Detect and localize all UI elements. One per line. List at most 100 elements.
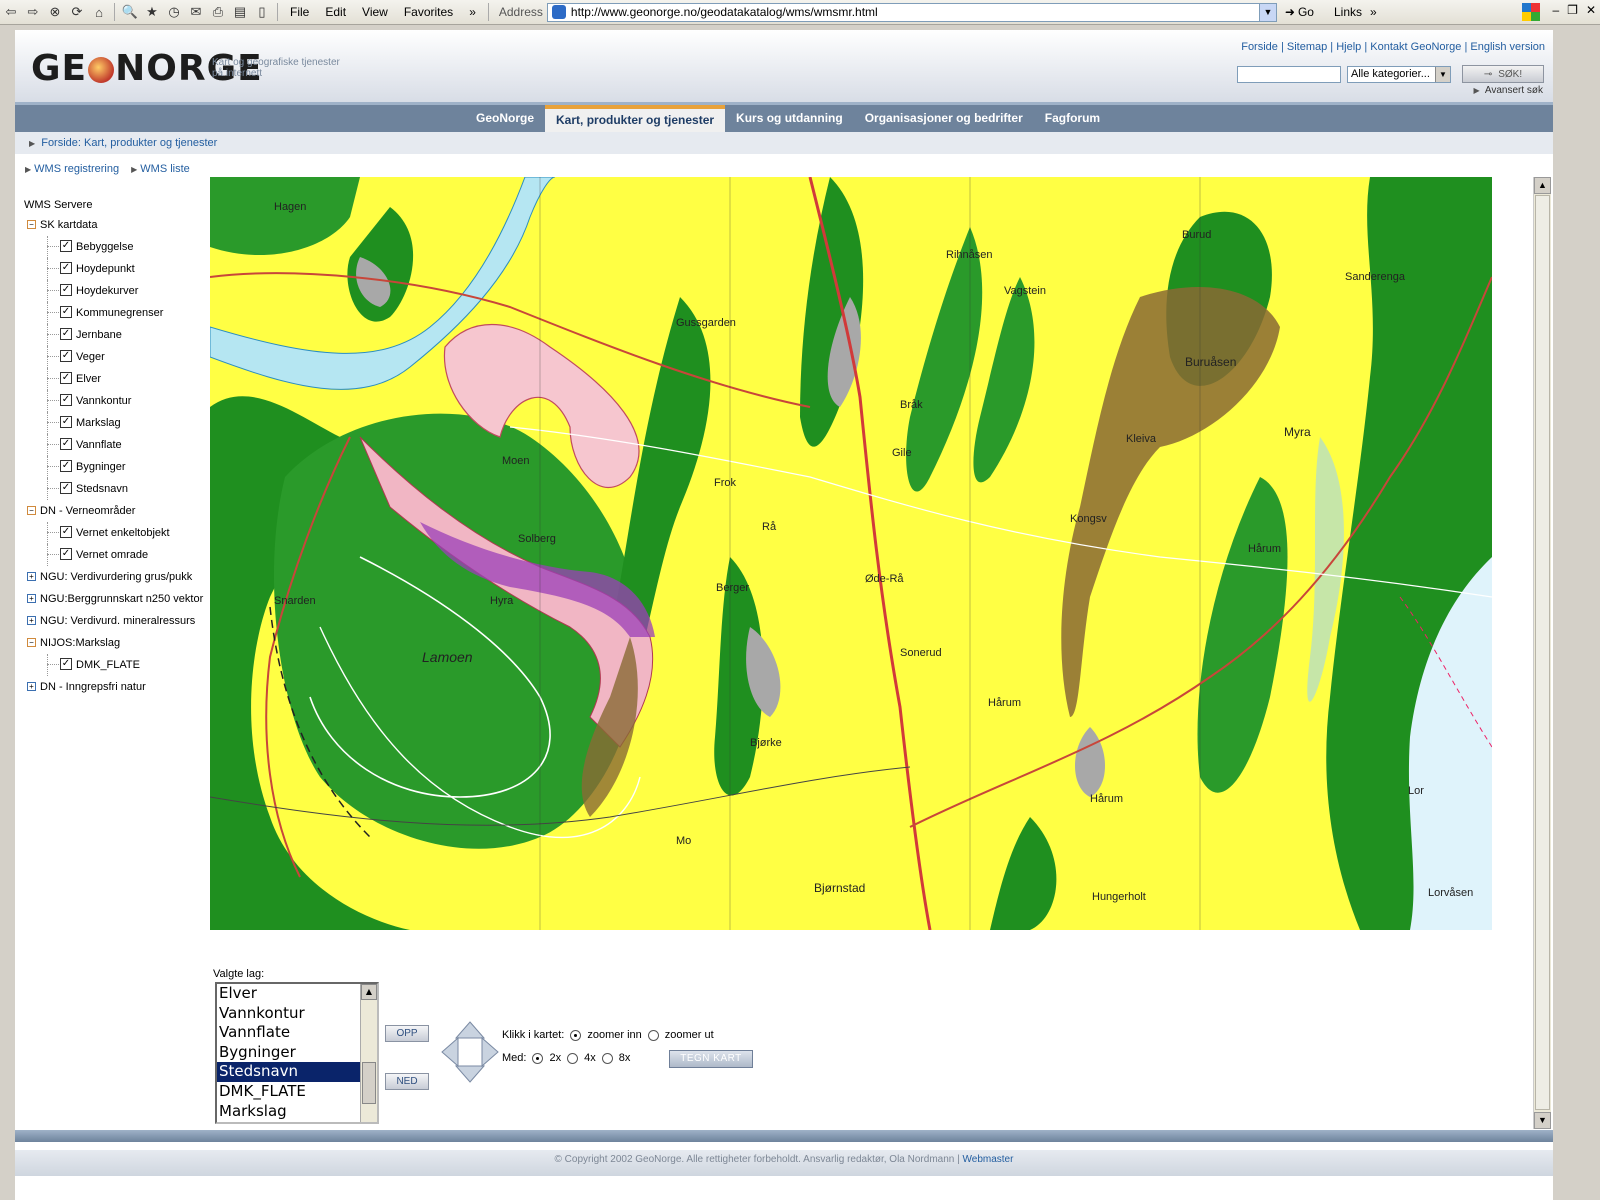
address-dropdown-icon[interactable]: ▼ — [1258, 3, 1276, 21]
nav-item[interactable]: Kart, produkter og tjenester — [545, 105, 726, 132]
link-wms-registrering[interactable]: ▶ WMS registrering — [25, 163, 119, 175]
factor-4x-radio[interactable] — [567, 1052, 579, 1064]
tree-root[interactable]: WMS Servere — [24, 196, 214, 214]
pan-east-icon[interactable] — [481, 1036, 499, 1068]
layer-option[interactable]: Elver — [217, 984, 377, 1004]
layer-checkbox[interactable]: ✓ — [60, 328, 72, 340]
layer-checkbox[interactable]: ✓ — [60, 526, 72, 538]
breadcrumb[interactable]: ▶ Forside: Kart, produkter og tjenester — [15, 132, 1553, 154]
nav-item[interactable]: Fagforum — [1034, 105, 1111, 132]
expand-icon[interactable]: + — [27, 572, 36, 581]
layer-option[interactable]: Bygninger — [217, 1043, 377, 1063]
minimize-icon[interactable]: – — [1552, 3, 1559, 17]
expand-icon[interactable]: + — [27, 594, 36, 603]
nav-item[interactable]: Organisasjoner og bedrifter — [854, 105, 1034, 132]
nav-item[interactable]: GeoNorge — [465, 105, 545, 132]
menu-file[interactable]: File — [282, 5, 317, 19]
selected-layers-list[interactable]: ▲ Elver Vannkontur Vannflate Bygninger Steds… — [215, 982, 379, 1124]
link-forside[interactable]: Forside — [1241, 41, 1278, 53]
factor-8x-radio[interactable] — [601, 1052, 613, 1064]
go-button[interactable]: ➜ Go — [1285, 5, 1314, 19]
menu-view[interactable]: View — [354, 5, 396, 19]
search-input[interactable] — [1237, 66, 1341, 83]
history-icon[interactable]: ◷ — [163, 1, 185, 23]
print-icon[interactable]: ⎙ — [207, 1, 229, 23]
search-icon[interactable]: 🔍 — [119, 1, 141, 23]
scroll-thumb[interactable] — [1535, 195, 1550, 1110]
zoom-out-radio[interactable] — [647, 1029, 659, 1041]
layer-checkbox[interactable]: ✓ — [60, 482, 72, 494]
scroll-down-icon[interactable]: ▼ — [1534, 1112, 1551, 1129]
map-canvas[interactable] — [210, 177, 1492, 930]
link-english[interactable]: English version — [1470, 41, 1545, 53]
layer-option[interactable]: Vannkontur — [217, 1004, 377, 1024]
stop-icon[interactable]: ⊗ — [44, 1, 66, 23]
layer-checkbox[interactable]: ✓ — [60, 240, 72, 252]
back-icon[interactable]: ⇦ — [0, 1, 22, 23]
webmaster-link[interactable]: Webmaster — [963, 1154, 1014, 1165]
layer-checkbox[interactable]: ✓ — [60, 460, 72, 472]
move-down-button[interactable]: NED — [385, 1073, 429, 1090]
layer-option[interactable]: Stedsnavn — [217, 1062, 377, 1082]
expand-icon[interactable]: + — [27, 616, 36, 625]
link-sitemap[interactable]: Sitemap — [1287, 41, 1327, 53]
link-wms-liste[interactable]: ▶ WMS liste — [131, 163, 190, 175]
layer-checkbox[interactable]: ✓ — [60, 306, 72, 318]
tree-group[interactable]: + NGU: Verdivurdering grus/pukk — [24, 566, 214, 588]
home-icon[interactable]: ⌂ — [88, 1, 110, 23]
tree-group[interactable]: − NIJOS:Markslag — [24, 632, 214, 654]
list-scrollbar[interactable]: ▲ — [360, 984, 377, 1122]
nav-item[interactable]: Kurs og utdanning — [725, 105, 854, 132]
refresh-icon[interactable]: ⟳ — [66, 1, 88, 23]
layer-checkbox[interactable]: ✓ — [60, 438, 72, 450]
edit-icon[interactable]: ▤ — [229, 1, 251, 23]
forward-icon[interactable]: ⇨ — [22, 1, 44, 23]
layer-checkbox[interactable]: ✓ — [60, 394, 72, 406]
layer-checkbox[interactable]: ✓ — [60, 262, 72, 274]
layer-checkbox[interactable]: ✓ — [60, 372, 72, 384]
tree-group[interactable]: + DN - Inngrepsfri natur — [24, 676, 214, 698]
restore-icon[interactable]: ❐ — [1567, 3, 1578, 17]
layer-checkbox[interactable]: ✓ — [60, 350, 72, 362]
link-hjelp[interactable]: Hjelp — [1336, 41, 1361, 53]
discuss-icon[interactable]: ▯ — [251, 1, 273, 23]
tree-group[interactable]: − DN - Verneområder — [24, 500, 214, 522]
mail-icon[interactable]: ✉ — [185, 1, 207, 23]
close-icon[interactable]: ✕ — [1586, 3, 1596, 17]
link-kontakt[interactable]: Kontakt GeoNorge — [1370, 41, 1461, 53]
favorites-icon[interactable]: ★ — [141, 1, 163, 23]
layer-option[interactable]: Markslag — [217, 1102, 377, 1122]
move-up-button[interactable]: OPP — [385, 1025, 429, 1042]
address-field[interactable]: http://www.geonorge.no/geodatakatalog/wm… — [546, 2, 1277, 22]
wms-map[interactable]: Hagen Rihnåsen Vagstein Burud Sanderenga Guss… — [210, 177, 1492, 930]
layer-checkbox[interactable]: ✓ — [60, 416, 72, 428]
layer-checkbox[interactable]: ✓ — [60, 658, 72, 670]
expand-icon[interactable]: + — [27, 682, 36, 691]
menu-overflow-icon[interactable]: » — [461, 5, 484, 19]
search-button[interactable]: ⊸ SØK! — [1462, 65, 1544, 83]
tree-group[interactable]: + NGU:Berggrunnskart n250 vektor — [24, 588, 214, 610]
pan-west-icon[interactable] — [441, 1036, 459, 1068]
layer-checkbox[interactable]: ✓ — [60, 284, 72, 296]
pan-south-icon[interactable] — [454, 1065, 486, 1083]
advanced-search-link[interactable]: ▶ Avansert søk — [1473, 85, 1543, 96]
menu-favorites[interactable]: Favorites — [396, 5, 461, 19]
collapse-icon[interactable]: − — [27, 506, 36, 515]
category-select[interactable]: Alle kategorier... ▼ — [1347, 66, 1451, 83]
collapse-icon[interactable]: − — [27, 220, 36, 229]
chevron-down-icon[interactable]: ▼ — [1435, 67, 1450, 82]
page-scrollbar[interactable]: ▲ ▼ — [1533, 177, 1551, 1129]
menu-edit[interactable]: Edit — [317, 5, 354, 19]
layer-option[interactable]: DMK_FLATE — [217, 1082, 377, 1102]
collapse-icon[interactable]: − — [27, 638, 36, 647]
tree-group[interactable]: + NGU: Verdivurd. mineralressurs — [24, 610, 214, 632]
scroll-up-icon[interactable]: ▲ — [361, 984, 377, 1000]
layer-option[interactable]: Vannflate — [217, 1023, 377, 1043]
tree-group[interactable]: − SK kartdata — [24, 214, 214, 236]
links-overflow-icon[interactable]: » — [1362, 5, 1385, 19]
draw-map-button[interactable]: TEGN KART — [669, 1050, 753, 1068]
list-scroll-thumb[interactable] — [362, 1062, 376, 1104]
layer-checkbox[interactable]: ✓ — [60, 548, 72, 560]
zoom-in-radio[interactable] — [570, 1029, 582, 1041]
links-button[interactable]: Links — [1334, 5, 1362, 19]
